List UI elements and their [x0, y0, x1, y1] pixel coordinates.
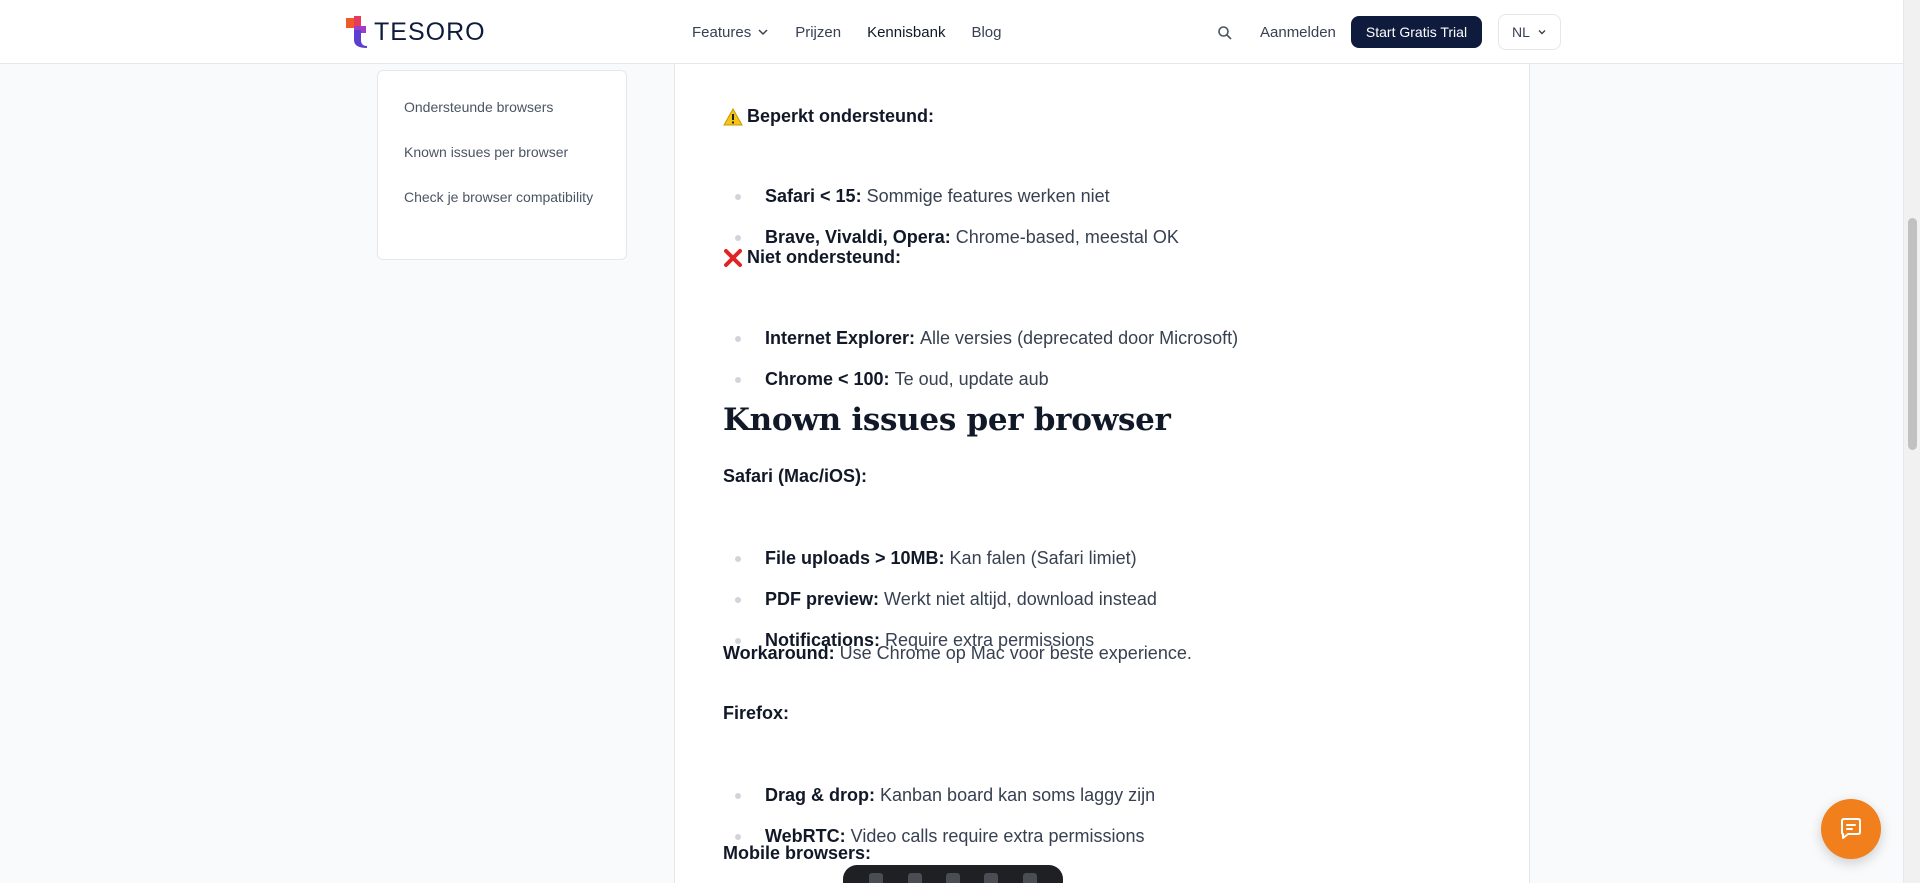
list-item: Brave, Vivaldi, Opera: Chrome-based, mees…	[735, 227, 1179, 248]
item-label: Chrome < 100:	[765, 369, 890, 389]
toc-item-supported-browsers[interactable]: Ondersteunde browsers	[404, 97, 604, 118]
bullet	[735, 234, 741, 241]
nav-features-label: Features	[692, 23, 752, 41]
login-link[interactable]: Aanmelden	[1260, 0, 1336, 64]
cross-mark-icon	[724, 248, 742, 267]
unsupported-heading: Niet ondersteund:	[723, 247, 901, 268]
bullet	[735, 335, 741, 342]
item-label: PDF preview:	[765, 589, 880, 609]
nav-prijzen[interactable]: Prijzen	[795, 24, 841, 41]
table-of-contents: Ondersteunde browsers Known issues per b…	[377, 70, 627, 260]
record-icon[interactable]	[984, 873, 999, 883]
item-text: Kanban board kan soms laggy zijn	[880, 785, 1156, 805]
microphone-icon[interactable]	[869, 873, 884, 883]
tesoro-logo-icon	[346, 16, 367, 48]
workaround-paragraph: Workaround: Use Chrome op Mac voor beste …	[723, 643, 1192, 664]
scrollbar-thumb[interactable]	[1908, 218, 1917, 450]
search-icon[interactable]	[1216, 24, 1234, 42]
list-item: Internet Explorer: Alle versies (deprecat…	[735, 328, 1238, 349]
item-label: File uploads > 10MB:	[765, 548, 945, 568]
language-selector[interactable]: NL	[1498, 14, 1561, 50]
list-item: Safari < 15: Sommige features werken niet	[735, 186, 1110, 207]
menu-icon[interactable]	[945, 873, 960, 883]
bullet	[735, 596, 741, 603]
chat-bubble-icon	[1841, 818, 1861, 839]
item-label: Internet Explorer:	[765, 328, 916, 348]
logo[interactable]: TESORO	[346, 16, 486, 48]
list-item: Drag & drop: Kanban board kan soms laggy …	[735, 785, 1155, 806]
toc-item-check-compatibility[interactable]: Check je browser compatibility	[404, 187, 604, 208]
item-text: Sommige features werken niet	[866, 186, 1110, 206]
list-item: Chrome < 100: Te oud, update aub	[735, 369, 1049, 390]
page-scrollbar[interactable]	[1903, 0, 1920, 883]
floating-toolbar[interactable]	[843, 865, 1063, 883]
item-text: Chrome-based, meestal OK	[955, 227, 1179, 247]
section-title: Known issues per browser	[723, 402, 1171, 438]
item-label: Safari < 15:	[765, 186, 862, 206]
nav-features[interactable]: Features	[692, 24, 769, 41]
article-card: Beperkt ondersteund: Safari < 15: Sommige…	[674, 40, 1530, 883]
item-text: Video calls require extra permissions	[850, 826, 1145, 846]
item-label: Drag & drop:	[765, 785, 875, 805]
workaround-label: Workaround:	[723, 643, 835, 663]
item-text: Kan falen (Safari limiet)	[949, 548, 1137, 568]
chat-button[interactable]	[1821, 799, 1881, 859]
top-navigation: TESORO Features Prijzen Kennisbank Blog …	[0, 0, 1903, 64]
limited-support-heading: Beperkt ondersteund:	[723, 106, 934, 127]
unsupported-heading-text: Niet ondersteund:	[747, 247, 902, 267]
nav-blog[interactable]: Blog	[971, 24, 1001, 41]
chevron-down-icon	[758, 29, 768, 36]
bullet	[735, 555, 741, 562]
nav-kennisbank[interactable]: Kennisbank	[867, 24, 945, 41]
warning-icon	[723, 107, 743, 125]
main-menu: Features Prijzen Kennisbank Blog	[692, 0, 1002, 64]
item-text: Werkt niet altijd, download instead	[884, 589, 1157, 609]
logo-text: TESORO	[374, 17, 486, 46]
limited-support-heading-text: Beperkt ondersteund:	[747, 106, 935, 126]
language-label: NL	[1512, 24, 1530, 40]
bullet	[735, 376, 741, 383]
item-text: Alle versies (deprecated door Microsoft)	[920, 328, 1239, 348]
list-item: File uploads > 10MB: Kan falen (Safari li…	[735, 548, 1137, 569]
bullet	[735, 833, 741, 840]
bullet	[735, 193, 741, 200]
bullet	[735, 792, 741, 799]
safari-heading: Safari (Mac/iOS):	[723, 466, 868, 486]
firefox-heading: Firefox:	[723, 703, 790, 723]
tool-icon[interactable]	[907, 873, 922, 883]
list-item: PDF preview: Werkt niet altijd, download …	[735, 589, 1157, 610]
settings-icon[interactable]	[1022, 873, 1037, 883]
chevron-down-icon	[1538, 30, 1546, 35]
workaround-text: Use Chrome op Mac voor beste experience.	[839, 643, 1192, 663]
item-text: Te oud, update aub	[894, 369, 1049, 389]
mobile-browsers-heading: Mobile browsers:	[723, 843, 872, 863]
toc-item-known-issues[interactable]: Known issues per browser	[404, 142, 604, 163]
item-label: Brave, Vivaldi, Opera:	[765, 227, 951, 247]
start-trial-button[interactable]: Start Gratis Trial	[1351, 16, 1482, 48]
